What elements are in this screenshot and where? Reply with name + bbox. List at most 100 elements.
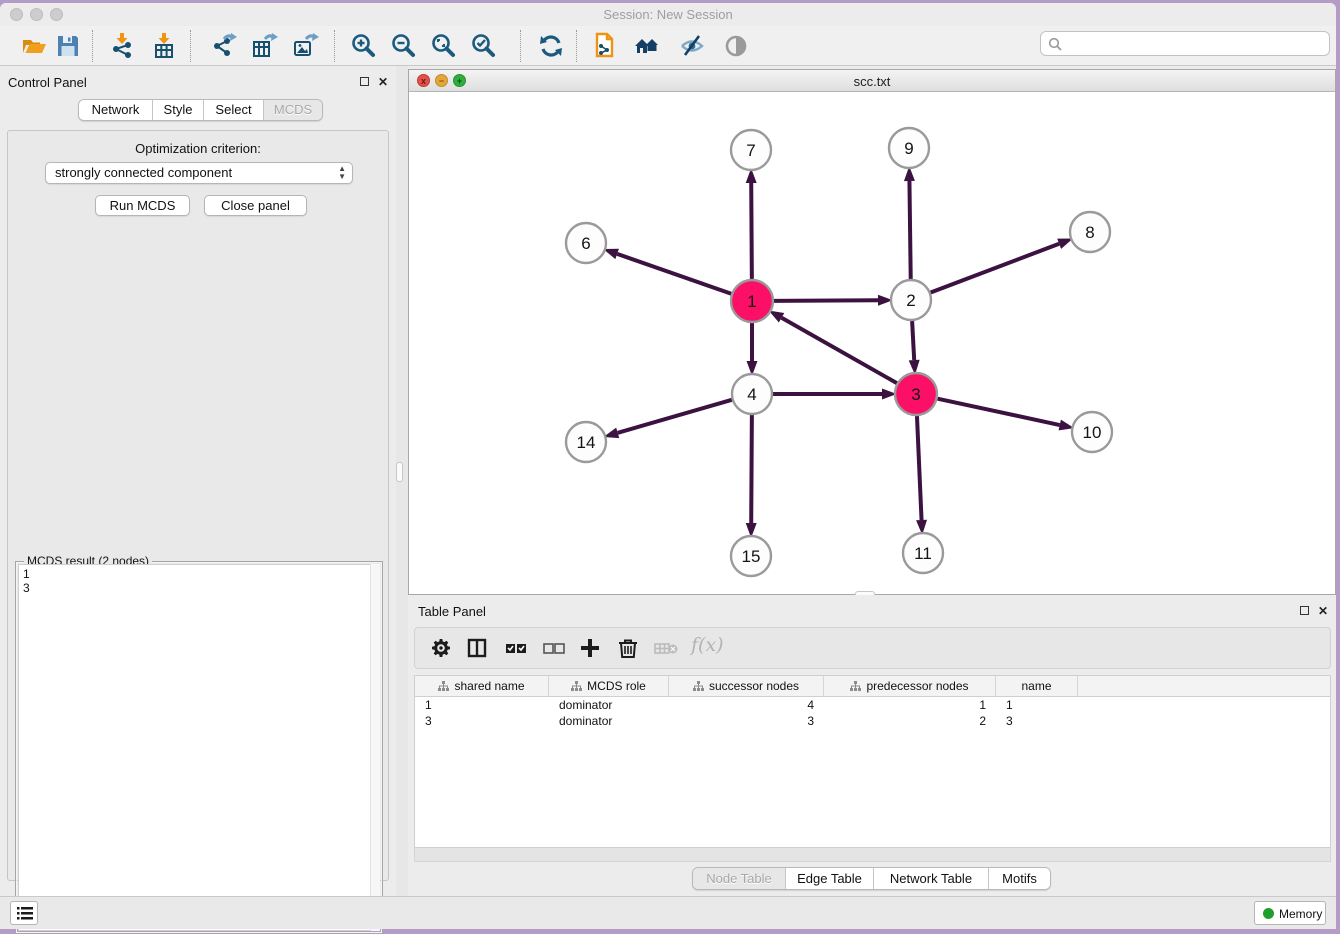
search-input[interactable]	[1067, 34, 1326, 54]
network-canvas[interactable]: 1234678910111415	[409, 92, 1335, 594]
table-horizontal-scrollbar[interactable]	[414, 848, 1331, 862]
table-panel-close-icon[interactable]: ✕	[1318, 605, 1328, 617]
tab-motifs[interactable]: Motifs	[989, 868, 1050, 889]
column-tree-icon	[693, 681, 704, 692]
open-session-icon[interactable]	[20, 32, 48, 60]
table-cell[interactable]: 3	[996, 713, 1078, 729]
table-cell[interactable]: 3	[669, 713, 824, 729]
export-table-icon[interactable]	[250, 32, 278, 60]
column-header-shared-name[interactable]: shared name	[415, 676, 549, 696]
deselect-all-icon[interactable]	[541, 636, 567, 660]
column-header-label: predecessor nodes	[866, 679, 968, 693]
toolbar-separator	[576, 30, 578, 62]
column-header-successor-nodes[interactable]: successor nodes	[669, 676, 824, 696]
column-header-label: name	[1021, 679, 1051, 693]
search-icon	[1048, 37, 1063, 52]
main-window: Session: New Session	[0, 3, 1336, 926]
show-log-button[interactable]	[10, 901, 38, 925]
delete-selected-icon[interactable]	[617, 636, 639, 660]
table-cell[interactable]: 1	[824, 697, 996, 713]
table-tabs: Node Table Edge Table Network Table Moti…	[692, 867, 1051, 890]
graph-edge-2-3[interactable]	[912, 321, 914, 360]
column-header-name[interactable]: name	[996, 676, 1078, 696]
table-cell[interactable]: dominator	[549, 713, 669, 729]
optimization-criterion-select[interactable]: strongly connected component ▲▼	[45, 162, 353, 184]
graph-edge-1-2[interactable]	[774, 300, 878, 301]
graph-node-label-1: 1	[747, 292, 756, 311]
hide-selected-icon[interactable]	[678, 32, 706, 60]
graph-edge-2-8[interactable]	[931, 244, 1060, 293]
show-all-icon[interactable]	[722, 32, 750, 60]
optimization-criterion-label: Optimization criterion:	[8, 141, 388, 156]
splitter-handle[interactable]	[396, 462, 403, 482]
graph-edge-4-14[interactable]	[618, 400, 732, 433]
column-header-MCDS-role[interactable]: MCDS role	[549, 676, 669, 696]
table-options-icon[interactable]	[429, 636, 453, 660]
add-row-icon[interactable]	[578, 636, 602, 660]
zoom-out-icon[interactable]	[390, 32, 418, 60]
run-mcds-button[interactable]: Run MCDS	[95, 195, 190, 216]
toolbar-separator	[92, 30, 94, 62]
search-field[interactable]	[1040, 31, 1330, 56]
table-panel: Table Panel ✕ f(x)	[408, 595, 1336, 896]
desktop-frame-right	[1336, 0, 1340, 926]
control-panel-close-icon[interactable]: ✕	[378, 76, 388, 88]
mcds-result-textarea[interactable]: 1 3	[18, 564, 380, 931]
graph-edge-3-10[interactable]	[938, 399, 1060, 425]
status-bar: Memory	[0, 896, 1336, 929]
memory-button[interactable]: Memory	[1254, 901, 1326, 925]
import-table-icon[interactable]	[150, 32, 178, 60]
tab-network-table[interactable]: Network Table	[874, 868, 989, 889]
save-session-icon[interactable]	[54, 32, 82, 60]
table-cell[interactable]: dominator	[549, 697, 669, 713]
table-panel-float-icon[interactable]	[1300, 606, 1309, 615]
network-view-window: x − + scc.txt 1234678910111415	[408, 69, 1336, 595]
graph-node-label-8: 8	[1085, 223, 1094, 242]
graph-edge-2-9[interactable]	[909, 181, 910, 279]
apply-function-icon[interactable]: f(x)	[691, 634, 724, 656]
table-cell[interactable]: 1	[415, 697, 549, 713]
zoom-fit-icon[interactable]	[430, 32, 458, 60]
table-cell[interactable]: 3	[415, 713, 549, 729]
table-header-row: shared nameMCDS rolesuccessor nodes prede…	[415, 676, 1330, 697]
tab-node-table[interactable]: Node Table	[693, 868, 786, 889]
mcds-result-scrollbar[interactable]	[370, 564, 380, 931]
new-network-from-selection-icon[interactable]	[590, 32, 618, 60]
tab-style[interactable]: Style	[153, 100, 204, 120]
main-titlebar: Session: New Session	[0, 3, 1336, 26]
table-cell[interactable]: 2	[824, 713, 996, 729]
delete-column-icon[interactable]	[653, 636, 679, 660]
close-panel-button[interactable]: Close panel	[204, 195, 307, 216]
tab-network[interactable]: Network	[79, 100, 153, 120]
control-panel-float-icon[interactable]	[360, 77, 369, 86]
column-tree-icon	[438, 681, 449, 692]
table-row[interactable]: 1dominator411	[415, 697, 1330, 713]
mcds-result-group: MCDS result (2 nodes) 1 3	[15, 561, 383, 934]
table-row[interactable]: 3dominator323	[415, 713, 1330, 729]
import-network-icon[interactable]	[108, 32, 136, 60]
refresh-layout-icon[interactable]	[537, 32, 565, 60]
select-all-icon[interactable]	[503, 636, 529, 660]
table-cell[interactable]: 1	[996, 697, 1078, 713]
export-network-icon[interactable]	[210, 32, 238, 60]
tab-edge-table[interactable]: Edge Table	[786, 868, 874, 889]
graph-edge-3-11[interactable]	[917, 416, 922, 520]
zoom-in-icon[interactable]	[350, 32, 378, 60]
graph-edge-1-6[interactable]	[617, 254, 731, 294]
tab-select[interactable]: Select	[204, 100, 264, 120]
graph-edge-3-1[interactable]	[782, 318, 897, 383]
tab-mcds[interactable]: MCDS	[264, 100, 322, 120]
graph-edge-1-7[interactable]	[751, 183, 752, 279]
first-neighbors-icon[interactable]	[633, 32, 661, 60]
show-columns-icon[interactable]	[465, 636, 489, 660]
column-header-predecessor-nodes[interactable]: predecessor nodes	[824, 676, 996, 696]
select-stepper-icon: ▲▼	[338, 165, 346, 181]
graph-node-label-4: 4	[747, 385, 756, 404]
table-panel-title: Table Panel	[418, 604, 486, 619]
export-image-icon[interactable]	[291, 32, 319, 60]
graph-edge-4-15[interactable]	[751, 415, 752, 523]
graph-node-label-7: 7	[746, 141, 755, 160]
zoom-selected-icon[interactable]	[470, 32, 498, 60]
table-cell[interactable]: 4	[669, 697, 824, 713]
list-icon	[12, 903, 38, 925]
